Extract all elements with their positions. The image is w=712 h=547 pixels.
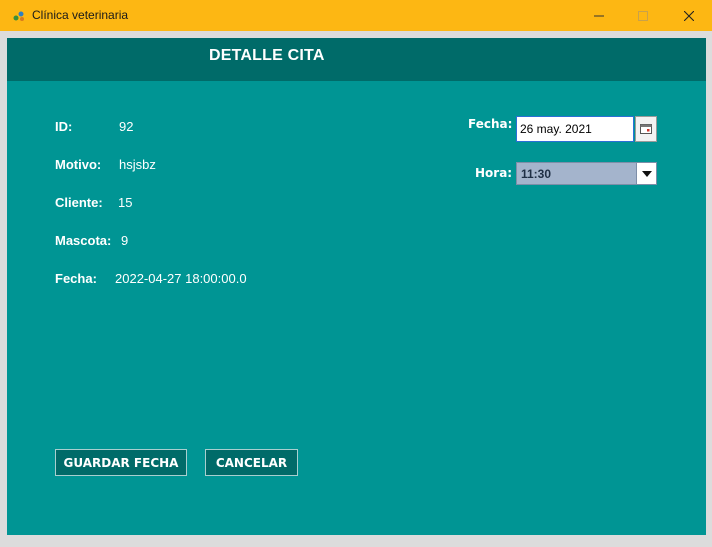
calendar-icon <box>640 124 652 134</box>
save-date-button[interactable]: GUARDAR FECHA <box>55 449 187 476</box>
maximize-icon <box>638 10 648 21</box>
fecha-picker-label: Fecha: <box>468 117 513 131</box>
fecha-label: Fecha: <box>55 271 97 286</box>
minimize-icon <box>594 15 604 16</box>
cancel-button[interactable]: CANCELAR <box>205 449 298 476</box>
motivo-label: Motivo: <box>55 157 102 172</box>
close-button[interactable] <box>666 0 712 31</box>
cliente-value: 15 <box>118 195 133 210</box>
mascota-value: 9 <box>121 233 129 248</box>
maximize-button[interactable] <box>620 0 666 31</box>
fecha-value: 2022-04-27 18:00:00.0 <box>115 271 247 286</box>
calendar-button[interactable] <box>635 116 657 142</box>
time-value: 11:30 <box>521 167 552 181</box>
cliente-label: Cliente: <box>55 195 103 210</box>
header-bar <box>7 38 706 81</box>
paw-app-icon <box>13 11 24 21</box>
minimize-button[interactable] <box>576 0 622 31</box>
page-title: DETALLE CITA <box>209 47 325 64</box>
date-input[interactable]: 26 may. 2021 <box>516 116 634 142</box>
window-title: Clínica veterinaria <box>32 8 129 22</box>
mascota-label: Mascota: <box>55 233 112 248</box>
id-value: 92 <box>119 119 134 134</box>
motivo-value: hsjsbz <box>119 157 156 172</box>
time-select[interactable]: 11:30 <box>516 162 657 185</box>
time-dropdown-arrow[interactable] <box>636 163 656 184</box>
window-titlebar: Clínica veterinaria <box>0 0 712 31</box>
id-label: ID: <box>55 119 73 134</box>
hora-label: Hora: <box>475 166 513 180</box>
chevron-down-icon <box>641 170 652 177</box>
close-icon <box>684 10 694 21</box>
